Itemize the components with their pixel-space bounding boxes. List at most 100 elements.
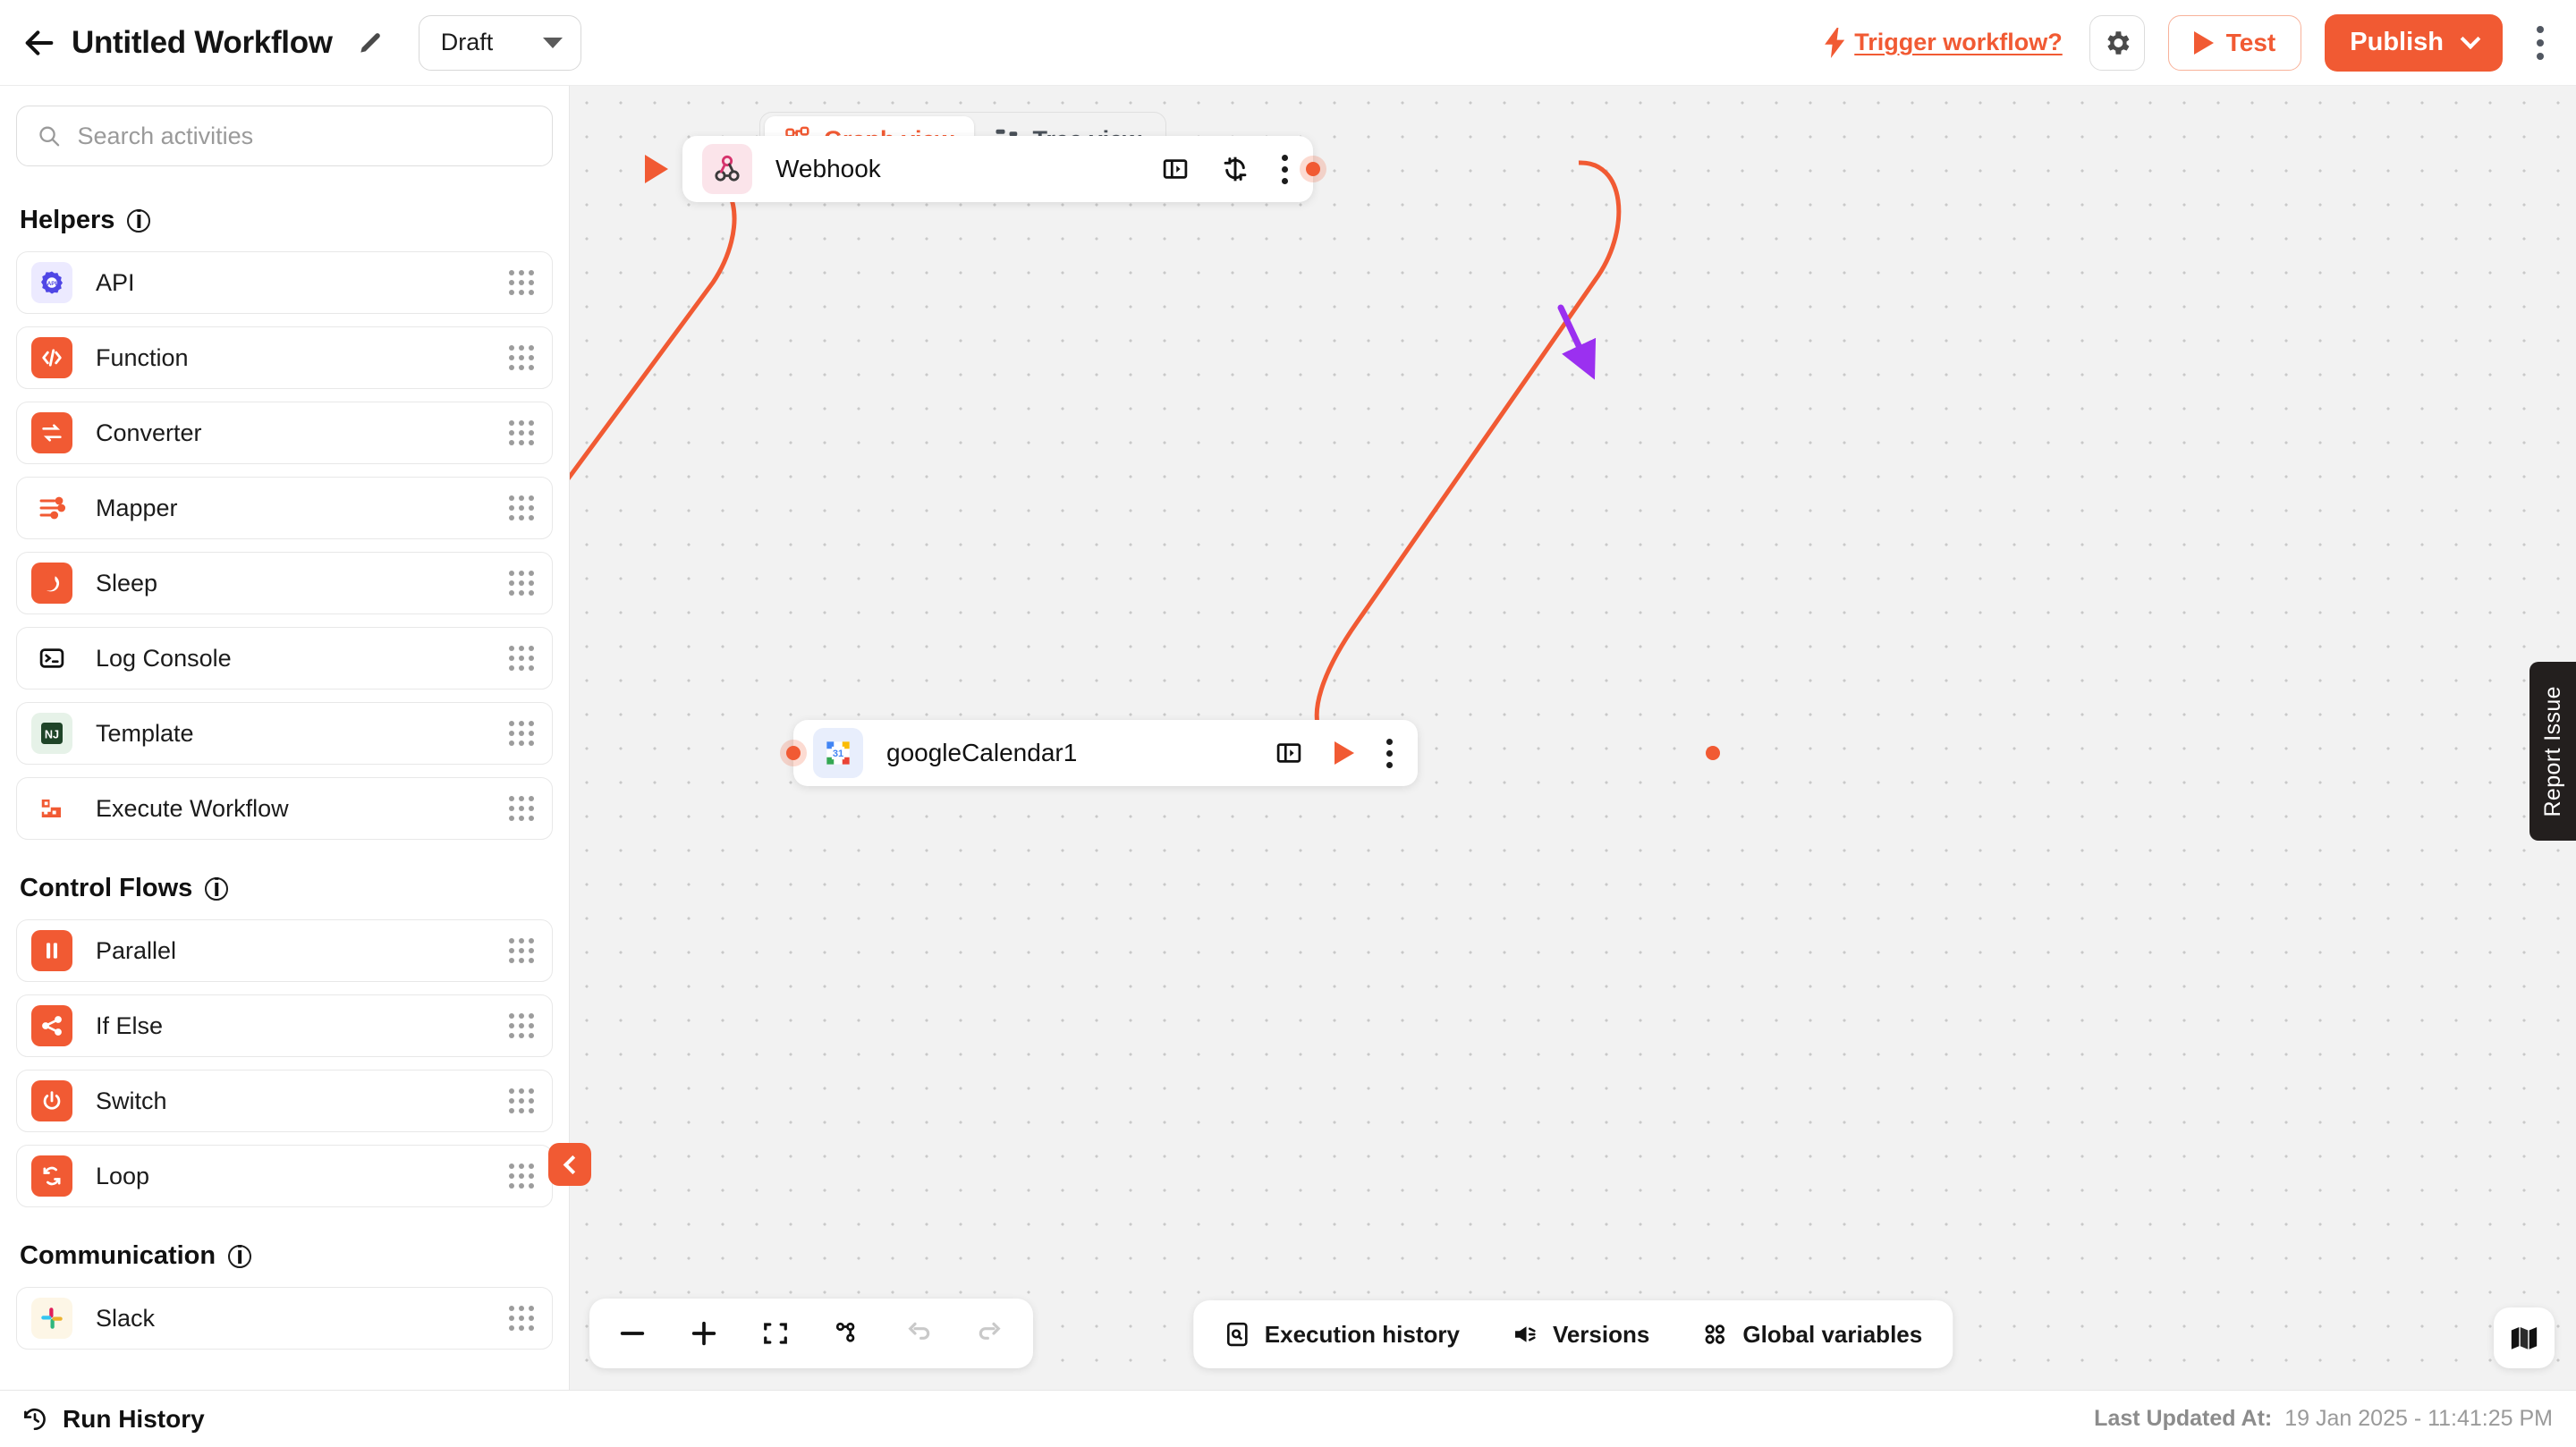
chevron-down-icon bbox=[542, 37, 563, 48]
drag-handle-icon[interactable] bbox=[509, 938, 534, 963]
activity-item-mapper[interactable]: Mapper bbox=[16, 477, 553, 539]
node-webhook-output-port[interactable] bbox=[1300, 156, 1326, 182]
fit-view-icon[interactable] bbox=[756, 1314, 795, 1353]
node-google-calendar-output-port[interactable] bbox=[1699, 740, 1726, 766]
activity-item-converter[interactable]: Converter bbox=[16, 402, 553, 464]
activity-item-label: Template bbox=[96, 719, 194, 747]
drag-handle-icon[interactable] bbox=[509, 495, 534, 520]
activity-item-label: Execute Workflow bbox=[96, 794, 289, 822]
drag-handle-icon[interactable] bbox=[509, 345, 534, 370]
node-google-calendar-input-port[interactable] bbox=[780, 740, 807, 766]
activity-item-template[interactable]: NJ Template bbox=[16, 702, 553, 765]
search-container bbox=[0, 86, 569, 184]
activity-item-execute-workflow[interactable]: Execute Workflow bbox=[16, 777, 553, 840]
section-header-communication: Communication i bbox=[0, 1220, 569, 1287]
drag-handle-icon[interactable] bbox=[509, 796, 534, 821]
execution-history-button[interactable]: Execution history bbox=[1224, 1321, 1460, 1349]
webhook-icon bbox=[702, 144, 752, 194]
drag-handle-icon[interactable] bbox=[509, 1164, 534, 1189]
search-box[interactable] bbox=[16, 106, 553, 166]
auto-layout-icon[interactable] bbox=[827, 1314, 867, 1353]
undo-icon[interactable] bbox=[899, 1314, 938, 1353]
zoom-out-icon[interactable] bbox=[613, 1314, 652, 1353]
execute-workflow-icon bbox=[31, 788, 72, 829]
report-issue-label: Report Issue bbox=[2539, 685, 2565, 817]
footer-bar: Run History Last Updated At: 19 Jan 2025… bbox=[0, 1390, 2576, 1447]
info-icon[interactable]: i bbox=[205, 876, 229, 901]
map-icon bbox=[2511, 1326, 2538, 1350]
activity-item-function[interactable]: Function bbox=[16, 326, 553, 389]
zoom-toolbar bbox=[589, 1299, 1033, 1368]
activity-item-parallel[interactable]: Parallel bbox=[16, 919, 553, 982]
trigger-workflow-label: Trigger workflow? bbox=[1854, 29, 2063, 55]
panel-toggle-icon[interactable] bbox=[1162, 156, 1189, 182]
drag-handle-icon[interactable] bbox=[509, 1088, 534, 1113]
sidebar-collapse-button[interactable] bbox=[548, 1143, 591, 1186]
node-webhook[interactable]: Webhook bbox=[682, 136, 1326, 202]
info-icon[interactable]: i bbox=[228, 1243, 252, 1269]
activity-item-sleep[interactable]: Sleep bbox=[16, 552, 553, 614]
workflow-editor: Untitled Workflow Draft Trigger workflow… bbox=[0, 0, 2576, 1447]
pause-icon bbox=[31, 930, 72, 971]
info-icon[interactable]: i bbox=[127, 207, 151, 233]
activity-item-if-else[interactable]: If Else bbox=[16, 994, 553, 1057]
activity-sections: Helpers i API API Function Converter Mapper Sle… bbox=[0, 184, 569, 1350]
svg-text:API: API bbox=[47, 281, 57, 287]
drag-handle-icon[interactable] bbox=[509, 1306, 534, 1331]
google-calendar-icon: 31 bbox=[813, 728, 863, 778]
drag-handle-icon[interactable] bbox=[509, 721, 534, 746]
section-title: Control Flows bbox=[20, 874, 193, 902]
publish-button[interactable]: Publish bbox=[2325, 13, 2503, 72]
node-google-calendar[interactable]: 31 googleCalendar1 bbox=[780, 720, 1720, 786]
run-node-icon[interactable] bbox=[1335, 741, 1354, 765]
node-google-calendar-menu-icon[interactable] bbox=[1386, 738, 1393, 768]
activity-item-log-console[interactable]: Log Console bbox=[16, 627, 553, 690]
drag-handle-icon[interactable] bbox=[509, 571, 534, 596]
section-title: Helpers bbox=[20, 206, 115, 234]
settings-button[interactable] bbox=[2089, 14, 2145, 71]
section-title: Communication bbox=[20, 1241, 216, 1270]
workflow-canvas[interactable]: Graph view Tree view bbox=[570, 86, 2576, 1390]
activity-item-label: Mapper bbox=[96, 494, 178, 521]
activity-item-api[interactable]: API API bbox=[16, 251, 553, 314]
versions-button[interactable]: Versions bbox=[1512, 1321, 1649, 1349]
trigger-workflow-link[interactable]: Trigger workflow? bbox=[1824, 27, 2063, 58]
panel-toggle-icon[interactable] bbox=[1275, 740, 1302, 766]
edge-path bbox=[1314, 160, 1622, 771]
run-history-button[interactable]: Run History bbox=[21, 1405, 205, 1434]
drag-handle-icon[interactable] bbox=[509, 270, 534, 295]
report-issue-tab[interactable]: Report Issue bbox=[2529, 662, 2576, 841]
activity-item-label: Converter bbox=[96, 419, 202, 446]
search-input[interactable] bbox=[77, 122, 532, 150]
activity-item-label: Sleep bbox=[96, 569, 158, 597]
global-variables-label: Global variables bbox=[1742, 1320, 1923, 1348]
zoom-in-icon[interactable] bbox=[684, 1314, 724, 1353]
svg-text:NJ: NJ bbox=[45, 729, 59, 741]
redo-icon[interactable] bbox=[970, 1314, 1010, 1353]
drag-handle-icon[interactable] bbox=[509, 420, 534, 445]
activity-item-slack[interactable]: Slack bbox=[16, 1287, 553, 1350]
workflow-status-select[interactable]: Draft bbox=[418, 14, 581, 71]
refresh-icon[interactable] bbox=[1221, 155, 1250, 183]
annotation-arrow bbox=[1557, 304, 1597, 380]
activity-item-label: Switch bbox=[96, 1087, 167, 1114]
workflow-status-value: Draft bbox=[440, 29, 494, 55]
svg-text:31: 31 bbox=[833, 749, 843, 759]
gear-icon bbox=[2107, 30, 2130, 55]
drag-handle-icon[interactable] bbox=[509, 1013, 534, 1038]
test-button[interactable]: Test bbox=[2167, 14, 2302, 71]
pencil-icon[interactable] bbox=[352, 25, 388, 61]
node-webhook-start-marker[interactable] bbox=[645, 155, 668, 183]
activity-item-switch[interactable]: Switch bbox=[16, 1070, 553, 1132]
node-webhook-menu-icon[interactable] bbox=[1282, 154, 1288, 184]
activity-item-label: Slack bbox=[96, 1304, 156, 1332]
minimap-toggle-button[interactable] bbox=[2494, 1307, 2555, 1368]
more-options-button[interactable] bbox=[2522, 15, 2558, 71]
global-variables-button[interactable]: Global variables bbox=[1701, 1321, 1922, 1349]
last-updated-label: Last Updated At: bbox=[2094, 1406, 2273, 1431]
back-arrow-icon[interactable] bbox=[16, 20, 63, 66]
execution-history-label: Execution history bbox=[1264, 1320, 1460, 1348]
drag-handle-icon[interactable] bbox=[509, 646, 534, 671]
activity-item-loop[interactable]: Loop bbox=[16, 1145, 553, 1207]
run-history-label: Run History bbox=[63, 1404, 205, 1433]
